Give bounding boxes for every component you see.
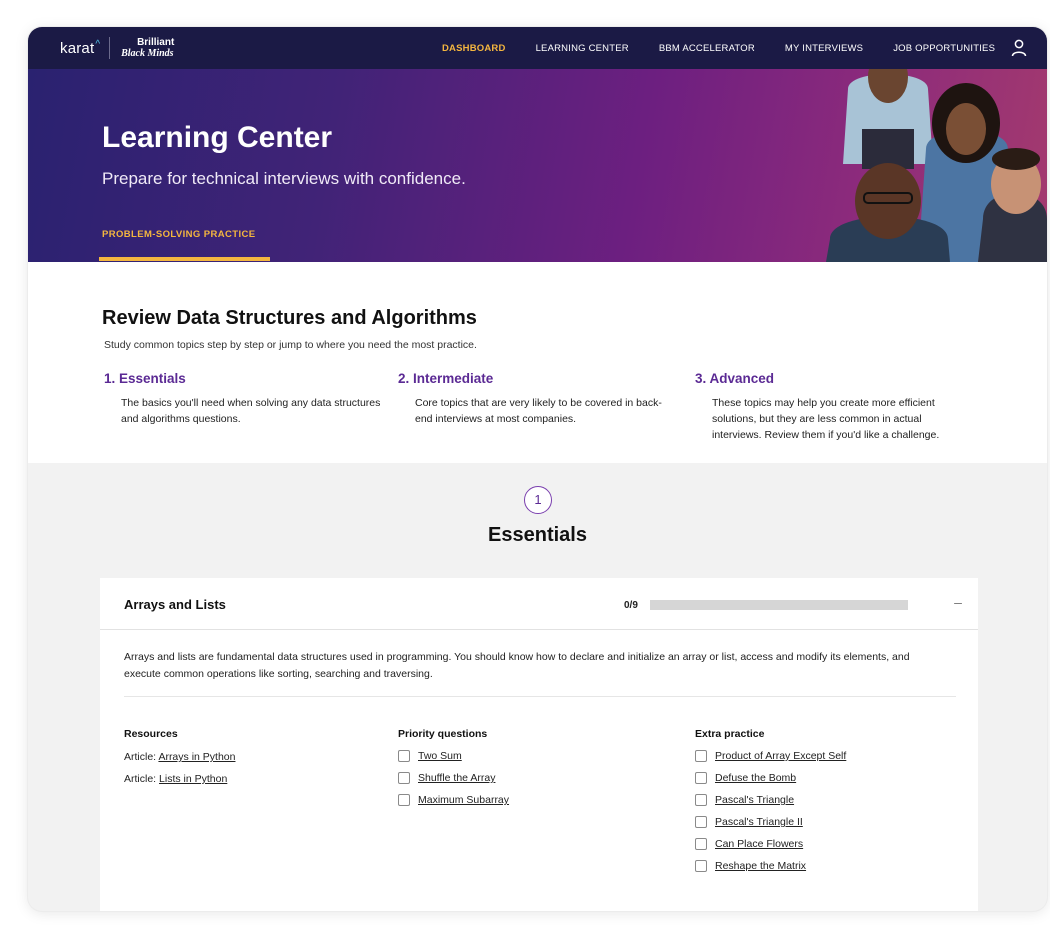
question-checkbox[interactable] xyxy=(695,838,707,850)
question-checkbox[interactable] xyxy=(695,750,707,762)
question-link-pascals-triangle[interactable]: Pascal's Triangle xyxy=(715,794,794,807)
brand-logo[interactable]: karat ^ Brilliant Black Minds xyxy=(60,37,174,59)
question-link-product-of-array-except-self[interactable]: Product of Array Except Self xyxy=(715,750,846,763)
extra-title: Extra practice xyxy=(695,728,765,740)
collapse-button[interactable]: – xyxy=(951,595,965,610)
tab-problem-solving-practice[interactable]: PROBLEM-SOLVING PRACTICE xyxy=(102,229,256,240)
question-item: Reshape the Matrix xyxy=(695,860,846,882)
karat-logo: karat xyxy=(60,39,95,57)
brand-divider xyxy=(109,37,111,59)
question-checkbox[interactable] xyxy=(695,860,707,872)
page-subtitle: Prepare for technical interviews with co… xyxy=(102,169,466,188)
bbm-logo: Brilliant Black Minds xyxy=(121,37,174,59)
question-checkbox[interactable] xyxy=(398,772,410,784)
active-tab-indicator xyxy=(99,257,270,261)
level-description: The basics you'll need when solving any … xyxy=(121,397,381,425)
nav-link-my-interviews[interactable]: MY INTERVIEWS xyxy=(785,43,863,54)
nav-link-job-opportunities[interactable]: JOB OPPORTUNITIES xyxy=(893,43,995,54)
question-link-pascals-triangle-ii[interactable]: Pascal's Triangle II xyxy=(715,816,803,829)
question-item: Pascal's Triangle xyxy=(695,794,846,816)
question-checkbox[interactable] xyxy=(695,816,707,828)
extra-practice-column: Extra practice Product of Array Except S… xyxy=(695,728,846,882)
resource-prefix: Article: xyxy=(124,751,159,763)
user-icon[interactable] xyxy=(1011,39,1027,57)
question-link-can-place-flowers[interactable]: Can Place Flowers xyxy=(715,838,803,851)
question-item: Defuse the Bomb xyxy=(695,772,846,794)
hero-people-photo xyxy=(826,69,1047,262)
progress-count: 0/9 xyxy=(624,600,638,611)
level-intermediate[interactable]: 2. Intermediate Core topics that are ver… xyxy=(398,371,668,427)
question-item: Pascal's Triangle II xyxy=(695,816,846,838)
step-number-badge: 1 xyxy=(524,486,552,514)
bbm-logo-line1: Brilliant xyxy=(137,37,175,48)
resources-column: Resources Article: Arrays in Python Arti… xyxy=(124,728,235,794)
page-title: Learning Center xyxy=(102,121,333,154)
question-checkbox[interactable] xyxy=(695,794,707,806)
question-link-shuffle-the-array[interactable]: Shuffle the Array xyxy=(418,772,495,785)
question-item: Product of Array Except Self xyxy=(695,750,846,772)
topic-title: Arrays and Lists xyxy=(124,597,226,612)
nav-link-bbm-accelerator[interactable]: BBM ACCELERATOR xyxy=(659,43,755,54)
resources-title: Resources xyxy=(124,728,178,740)
resource-prefix: Article: xyxy=(124,773,160,785)
bbm-logo-line2: Black Minds xyxy=(121,48,174,59)
resource-item: Article: Lists in Python xyxy=(124,772,235,794)
divider xyxy=(124,696,956,697)
topic-card-arrays-and-lists: Arrays and Lists 0/9 – Arrays and lists … xyxy=(100,578,978,911)
question-link-reshape-the-matrix[interactable]: Reshape the Matrix xyxy=(715,860,806,873)
topic-description: Arrays and lists are fundamental data st… xyxy=(124,651,910,680)
question-link-two-sum[interactable]: Two Sum xyxy=(418,750,462,763)
topic-card-header[interactable]: Arrays and Lists 0/9 – xyxy=(100,578,978,630)
priority-questions-column: Priority questions Two Sum Shuffle the A… xyxy=(398,728,509,816)
question-item: Two Sum xyxy=(398,750,509,772)
priority-title: Priority questions xyxy=(398,728,488,740)
hero-banner: Learning Center Prepare for technical in… xyxy=(28,69,1047,262)
progress-bar xyxy=(650,600,908,610)
level-description: Core topics that are very likely to be c… xyxy=(415,397,662,425)
resource-item: Article: Arrays in Python xyxy=(124,750,235,772)
question-checkbox[interactable] xyxy=(695,772,707,784)
review-section: Review Data Structures and Algorithms St… xyxy=(28,262,1047,463)
question-item: Can Place Flowers xyxy=(695,838,846,860)
level-title: 1. Essentials xyxy=(104,371,186,386)
level-advanced[interactable]: 3. Advanced These topics may help you cr… xyxy=(695,371,965,443)
top-nav: karat ^ Brilliant Black Minds DASHBOARD … xyxy=(28,27,1047,69)
question-link-maximum-subarray[interactable]: Maximum Subarray xyxy=(418,794,509,807)
section-heading: Review Data Structures and Algorithms xyxy=(102,307,477,329)
level-title: 2. Intermediate xyxy=(398,371,494,386)
app-frame: karat ^ Brilliant Black Minds DASHBOARD … xyxy=(28,27,1047,911)
resource-link-lists-in-python[interactable]: Lists in Python xyxy=(159,773,227,785)
nav-link-learning-center[interactable]: LEARNING CENTER xyxy=(536,43,629,54)
question-item: Maximum Subarray xyxy=(398,794,509,816)
section-description: Study common topics step by step or jump… xyxy=(104,339,477,351)
caret-icon: ^ xyxy=(95,38,101,50)
level-essentials[interactable]: 1. Essentials The basics you'll need whe… xyxy=(104,371,380,427)
level-title: 3. Advanced xyxy=(695,371,775,386)
nav-links: DASHBOARD LEARNING CENTER BBM ACCELERATO… xyxy=(442,27,1025,69)
question-item: Shuffle the Array xyxy=(398,772,509,794)
level-description: These topics may help you create more ef… xyxy=(712,397,940,441)
question-link-defuse-the-bomb[interactable]: Defuse the Bomb xyxy=(715,772,796,785)
nav-link-dashboard[interactable]: DASHBOARD xyxy=(442,43,506,54)
essentials-heading: Essentials xyxy=(488,524,587,546)
resource-link-arrays-in-python[interactable]: Arrays in Python xyxy=(158,751,235,763)
question-checkbox[interactable] xyxy=(398,794,410,806)
question-checkbox[interactable] xyxy=(398,750,410,762)
